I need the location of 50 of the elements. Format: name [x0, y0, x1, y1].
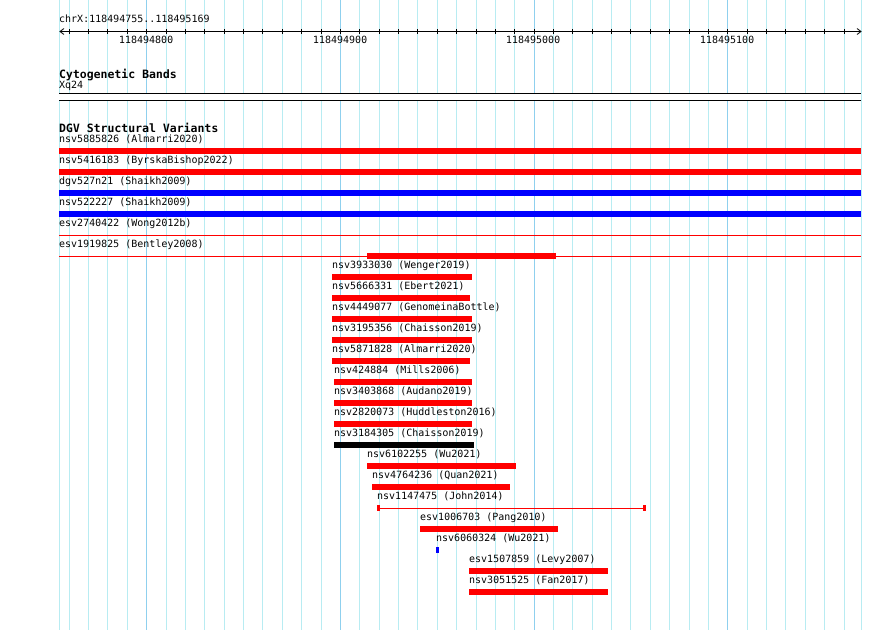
variant-label: nsv3403868 (Audano2019): [334, 386, 472, 397]
variant-label: nsv3051525 (Fan2017): [469, 575, 590, 586]
variant-bar[interactable]: [469, 589, 608, 595]
variant-bar[interactable]: [332, 337, 472, 343]
track-heading: Cytogenetic Bands: [59, 68, 177, 80]
variant-bar[interactable]: [332, 358, 470, 364]
region-label: chrX:118494755..118495169: [59, 14, 210, 26]
variant-label: esv1006703 (Pang2010): [420, 512, 546, 523]
variant-label: nsv1147475 (John2014): [377, 491, 504, 502]
variant-bar[interactable]: [436, 547, 439, 553]
variant-bar[interactable]: [334, 379, 472, 385]
variant-label: nsv2820073 (Huddleston2016): [334, 407, 497, 418]
variant-bar[interactable]: [334, 421, 472, 427]
variant-bar[interactable]: [59, 148, 861, 154]
variant-bar[interactable]: [59, 211, 861, 217]
variant-label: nsv5416183 (ByrskaBishop2022): [59, 155, 234, 166]
variant-label: nsv3933030 (Wenger2019): [332, 260, 470, 271]
variant-bar[interactable]: [469, 568, 608, 574]
variant-bar[interactable]: [59, 169, 861, 175]
variant-bar[interactable]: [367, 463, 516, 469]
variant-bar[interactable]: [334, 442, 474, 448]
variant-label: nsv5666331 (Ebert2021): [332, 281, 464, 292]
tick-label: 118494900: [312, 35, 368, 46]
variant-bar[interactable]: [332, 274, 472, 280]
variant-label: nsv522227 (Shaikh2009): [59, 197, 192, 208]
variant-bar[interactable]: [332, 295, 470, 301]
tick-label: 118494800: [118, 35, 174, 46]
variant-bar[interactable]: [59, 190, 861, 196]
variant-label: esv2740422 (Wong2012b): [59, 218, 192, 229]
variant-bar[interactable]: [372, 484, 510, 490]
variant-label: esv1919825 (Bentley2008): [59, 239, 204, 250]
tick-label: 118495000: [506, 35, 560, 46]
variant-label: dgv527n21 (Shaikh2009): [59, 176, 192, 187]
variant-label: esv1507859 (Levy2007): [469, 554, 596, 565]
variant-label: nsv424884 (Mills2006): [334, 365, 460, 376]
variant-label: nsv3195356 (Chaisson2019): [332, 323, 483, 334]
tick-label: 118495100: [700, 35, 754, 46]
variant-label: nsv6060324 (Wu2021): [436, 533, 550, 544]
band-label: Xq24: [59, 80, 84, 91]
variant-label: nsv3184305 (Chaisson2019): [334, 428, 485, 439]
variant-label: nsv5885826 (Almarri2020): [59, 134, 204, 145]
variant-bar[interactable]: [334, 400, 472, 406]
variant-label: nsv4764236 (Quan2021): [372, 470, 498, 481]
variant-bar[interactable]: [367, 253, 556, 259]
track-heading: DGV Structural Variants: [59, 122, 218, 134]
variant-bar[interactable]: [332, 316, 472, 322]
variant-label: nsv4449077 (GenomeinaBottle): [332, 302, 501, 313]
variant-label: nsv5871828 (Almarri2020): [332, 344, 476, 355]
variant-label: nsv6102255 (Wu2021): [367, 449, 482, 460]
variant-bar[interactable]: [420, 526, 558, 532]
